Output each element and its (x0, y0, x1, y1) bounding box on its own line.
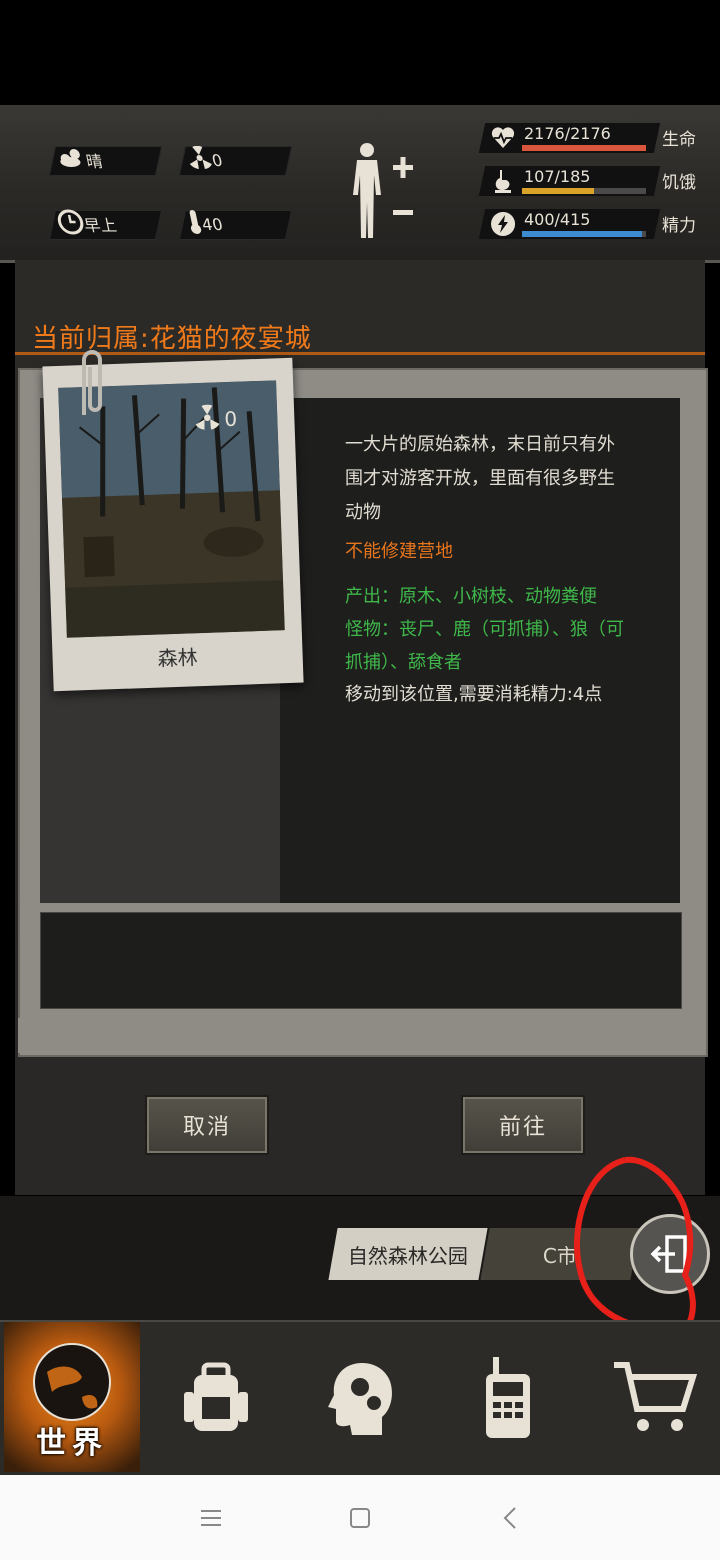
move-cost-text: 移动到该位置,需要消耗精力:4点 (345, 684, 603, 705)
exit-button[interactable] (630, 1214, 710, 1294)
nav-world-label: 世界 (36, 1426, 108, 1461)
health-stat: 2176/2176 生命 (478, 120, 712, 156)
temperature-info: 40 (185, 210, 225, 238)
breadcrumb-park[interactable]: 自然森林公园 (328, 1228, 488, 1280)
location-radiation-value: 0 (223, 406, 238, 432)
menu-icon[interactable] (191, 1500, 231, 1536)
message-box (40, 912, 682, 1009)
energy-bar (522, 231, 646, 237)
radiation-icon (194, 404, 221, 435)
nav-backpack[interactable] (146, 1322, 286, 1472)
resources-info: 产出：原木、小树枝、动物粪便 怪物：丧尸、鹿（可抓捕）、狼（可抓捕）、舔食者 (345, 580, 625, 679)
head-gears-icon (328, 1363, 392, 1435)
time-label: 早上 (82, 216, 119, 235)
lightning-icon (490, 211, 516, 237)
weather-info: 晴 (55, 146, 105, 174)
stomach-icon (490, 168, 516, 194)
body-status-button[interactable] (345, 140, 425, 245)
outputs-text: 产出：原木、小树枝、动物粪便 (345, 586, 597, 607)
hunger-stat: 107/185 饥饿 (478, 163, 712, 199)
hunger-value: 107/185 (524, 167, 591, 186)
breadcrumb-city[interactable]: C市 (480, 1228, 640, 1280)
nav-shop[interactable] (584, 1322, 720, 1472)
monsters-text: 怪物：丧尸、鹿（可抓捕）、狼（可抓捕）、舔食者 (345, 619, 624, 673)
breadcrumb-park-label: 自然森林公园 (348, 1243, 468, 1268)
radiation-info: 0 (185, 145, 225, 174)
body-figure-icon (353, 143, 413, 238)
nav-skills[interactable] (292, 1322, 432, 1472)
temperature-value: 40 (199, 214, 225, 234)
nav-radio[interactable] (438, 1322, 578, 1472)
hunger-label: 饥饿 (662, 173, 696, 193)
paperclip-icon (82, 350, 102, 415)
location-radiation: 0 (194, 404, 238, 435)
back-icon[interactable] (490, 1500, 530, 1536)
backpack-icon (184, 1362, 248, 1431)
walkie-talkie-icon (486, 1357, 530, 1438)
exit-door-icon (650, 1235, 687, 1273)
energy-stat: 400/415 精力 (478, 206, 712, 242)
health-label: 生命 (662, 130, 696, 150)
heart-icon (490, 125, 516, 151)
shopping-cart-icon (614, 1362, 698, 1431)
frame-bottom (18, 1018, 704, 1053)
health-value: 2176/2176 (524, 124, 611, 143)
cancel-button[interactable]: 取消 (147, 1097, 267, 1153)
energy-label: 精力 (662, 216, 696, 236)
breadcrumb-city-label: C市 (543, 1243, 577, 1268)
location-description: 一大片的原始森林，末日前只有外围才对游客开放，里面有很多野生动物 (345, 434, 615, 523)
nav-world[interactable]: 世界 (4, 1322, 140, 1472)
globe-icon (33, 1343, 111, 1421)
go-button[interactable]: 前往 (463, 1097, 583, 1153)
energy-value: 400/415 (524, 210, 591, 229)
time-info: 早上 (55, 209, 119, 238)
hunger-bar (522, 188, 646, 194)
health-bar (522, 145, 646, 151)
location-name: 森林 (157, 645, 199, 671)
title-divider (15, 352, 705, 355)
home-icon[interactable] (340, 1500, 380, 1536)
camp-warning: 不能修建营地 (345, 541, 453, 562)
